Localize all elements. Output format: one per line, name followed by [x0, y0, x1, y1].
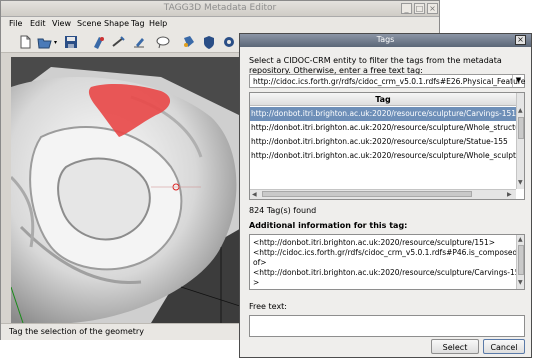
tag-uri: http://donbot.itri.brighton.ac.uk:2020/r…	[251, 151, 525, 160]
table-row[interactable]: http://donbot.itri.brighton.ac.uk:2020/r…	[250, 107, 516, 121]
paint-icon[interactable]	[181, 34, 197, 50]
gear-icon[interactable]	[221, 34, 237, 50]
dialog-titlebar[interactable]: Tags ×	[240, 34, 531, 47]
scroll-down-icon[interactable]: ▼	[518, 279, 523, 286]
select-button[interactable]: Select	[431, 339, 479, 354]
entity-select-arrow[interactable]: ▼	[512, 75, 524, 87]
dialog-title: Tags	[376, 35, 395, 44]
info-vertical-scrollbar[interactable]: ▲ ▼	[516, 235, 524, 289]
lasso-icon[interactable]	[155, 34, 171, 50]
tag-count: 824 Tag(s) found	[249, 206, 317, 215]
info-line: <http://donbot.itri.brighton.ac.uk:2020/…	[253, 238, 496, 247]
menu-file[interactable]: File	[9, 19, 22, 28]
tag-tool-icon[interactable]	[91, 34, 107, 50]
desktop: TAGG3D Metadata Editor _ □ × File Edit V…	[0, 0, 533, 360]
table-row[interactable]: http://donbot.itri.brighton.ac.uk:2020/r…	[250, 149, 524, 163]
tag-uri: http://donbot.itri.brighton.ac.uk:2020/r…	[251, 109, 517, 118]
info-line: <http://cidoc.ics.forth.gr/rdfs/cidoc_cr…	[253, 248, 521, 257]
open-folder-icon[interactable]	[37, 34, 53, 50]
edit-icon[interactable]	[131, 34, 147, 50]
scroll-up-icon[interactable]: ▲	[518, 236, 523, 243]
menu-shape[interactable]: Shape	[104, 19, 129, 28]
minimize-icon: _	[404, 4, 409, 13]
tags-table-header[interactable]: Tag	[250, 93, 516, 106]
status-text: Tag the selection of the geometry	[9, 327, 144, 336]
dialog-close-button[interactable]: ×	[515, 35, 526, 45]
tag-uri: http://donbot.itri.brighton.ac.uk:2020/r…	[251, 123, 525, 132]
menu-tag[interactable]: Tag	[131, 19, 145, 28]
cancel-button-label: Cancel	[490, 343, 518, 352]
tags-vertical-scrollbar[interactable]: ▲ ▼	[516, 93, 524, 189]
select-button-label: Select	[442, 343, 468, 352]
chevron-down-icon[interactable]: ▾	[54, 39, 57, 46]
tag-uri: http://donbot.itri.brighton.ac.uk:2020/r…	[251, 137, 508, 146]
tags-horizontal-scrollbar[interactable]: ◀ ▶	[250, 189, 516, 199]
chevron-down-icon: ▼	[515, 76, 522, 84]
window-title: TAGG3D Metadata Editor	[163, 3, 277, 13]
tags-table: Tag http://donbot.itri.brighton.ac.uk:20…	[249, 92, 525, 200]
new-document-icon[interactable]	[17, 34, 33, 50]
scroll-up-icon[interactable]: ▲	[518, 107, 523, 114]
menu-scene[interactable]: Scene	[77, 19, 101, 28]
cancel-button[interactable]: Cancel	[483, 339, 525, 354]
additional-info-box[interactable]: <http://donbot.itri.brighton.ac.uk:2020/…	[249, 234, 525, 290]
scroll-thumb[interactable]	[518, 245, 524, 275]
scroll-left-icon[interactable]: ◀	[252, 191, 257, 198]
entity-select[interactable]: http://cidoc.ics.forth.gr/rdfs/cidoc_crm…	[249, 74, 525, 88]
minimize-button[interactable]: _	[401, 3, 412, 14]
info-line: >	[253, 278, 260, 287]
ruler-icon[interactable]	[111, 34, 127, 50]
info-heading: Additional information for this tag:	[249, 221, 408, 230]
save-icon[interactable]	[63, 34, 79, 50]
shield-icon[interactable]	[201, 34, 217, 50]
main-titlebar[interactable]: TAGG3D Metadata Editor _ □ ×	[1, 1, 439, 17]
tags-dialog: Tags × Select a CIDOC-CRM entity to filt…	[239, 33, 532, 358]
menu-help[interactable]: Help	[149, 19, 167, 28]
entity-select-value: http://cidoc.ics.forth.gr/rdfs/cidoc_crm…	[253, 77, 526, 86]
free-text-input[interactable]	[249, 315, 525, 337]
instruction-text: Select a CIDOC-CRM entity to filter the …	[249, 56, 502, 75]
menu-view[interactable]: View	[52, 19, 71, 28]
scroll-right-icon[interactable]: ▶	[507, 191, 512, 198]
menu-edit[interactable]: Edit	[30, 19, 46, 28]
close-button[interactable]: ×	[427, 3, 438, 14]
table-row[interactable]: http://donbot.itri.brighton.ac.uk:2020/r…	[250, 135, 516, 149]
close-icon: ×	[429, 4, 436, 13]
scroll-thumb[interactable]	[518, 117, 524, 139]
scroll-thumb[interactable]	[262, 191, 472, 197]
3d-viewport[interactable]	[11, 57, 243, 323]
table-row[interactable]: http://donbot.itri.brighton.ac.uk:2020/r…	[250, 121, 524, 135]
tags-header-label: Tag	[375, 95, 391, 104]
sculpture-render	[11, 57, 243, 323]
close-icon: ×	[517, 35, 524, 44]
info-line: of>	[253, 258, 267, 267]
scroll-down-icon[interactable]: ▼	[518, 179, 523, 186]
maximize-button[interactable]: □	[414, 3, 425, 14]
info-line: <http://donbot.itri.brighton.ac.uk:2020/…	[253, 268, 525, 277]
menubar: File Edit View Scene Shape Tag Help	[1, 17, 439, 31]
free-text-label: Free text:	[249, 302, 288, 311]
maximize-icon: □	[415, 4, 424, 13]
